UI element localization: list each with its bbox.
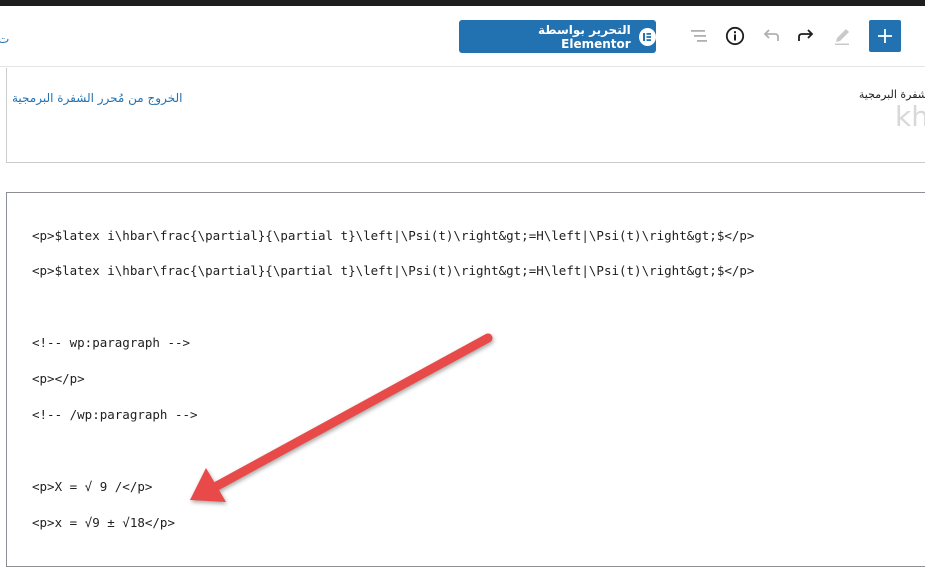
annotation-arrow xyxy=(190,333,493,502)
arrow-shaft xyxy=(210,333,493,492)
